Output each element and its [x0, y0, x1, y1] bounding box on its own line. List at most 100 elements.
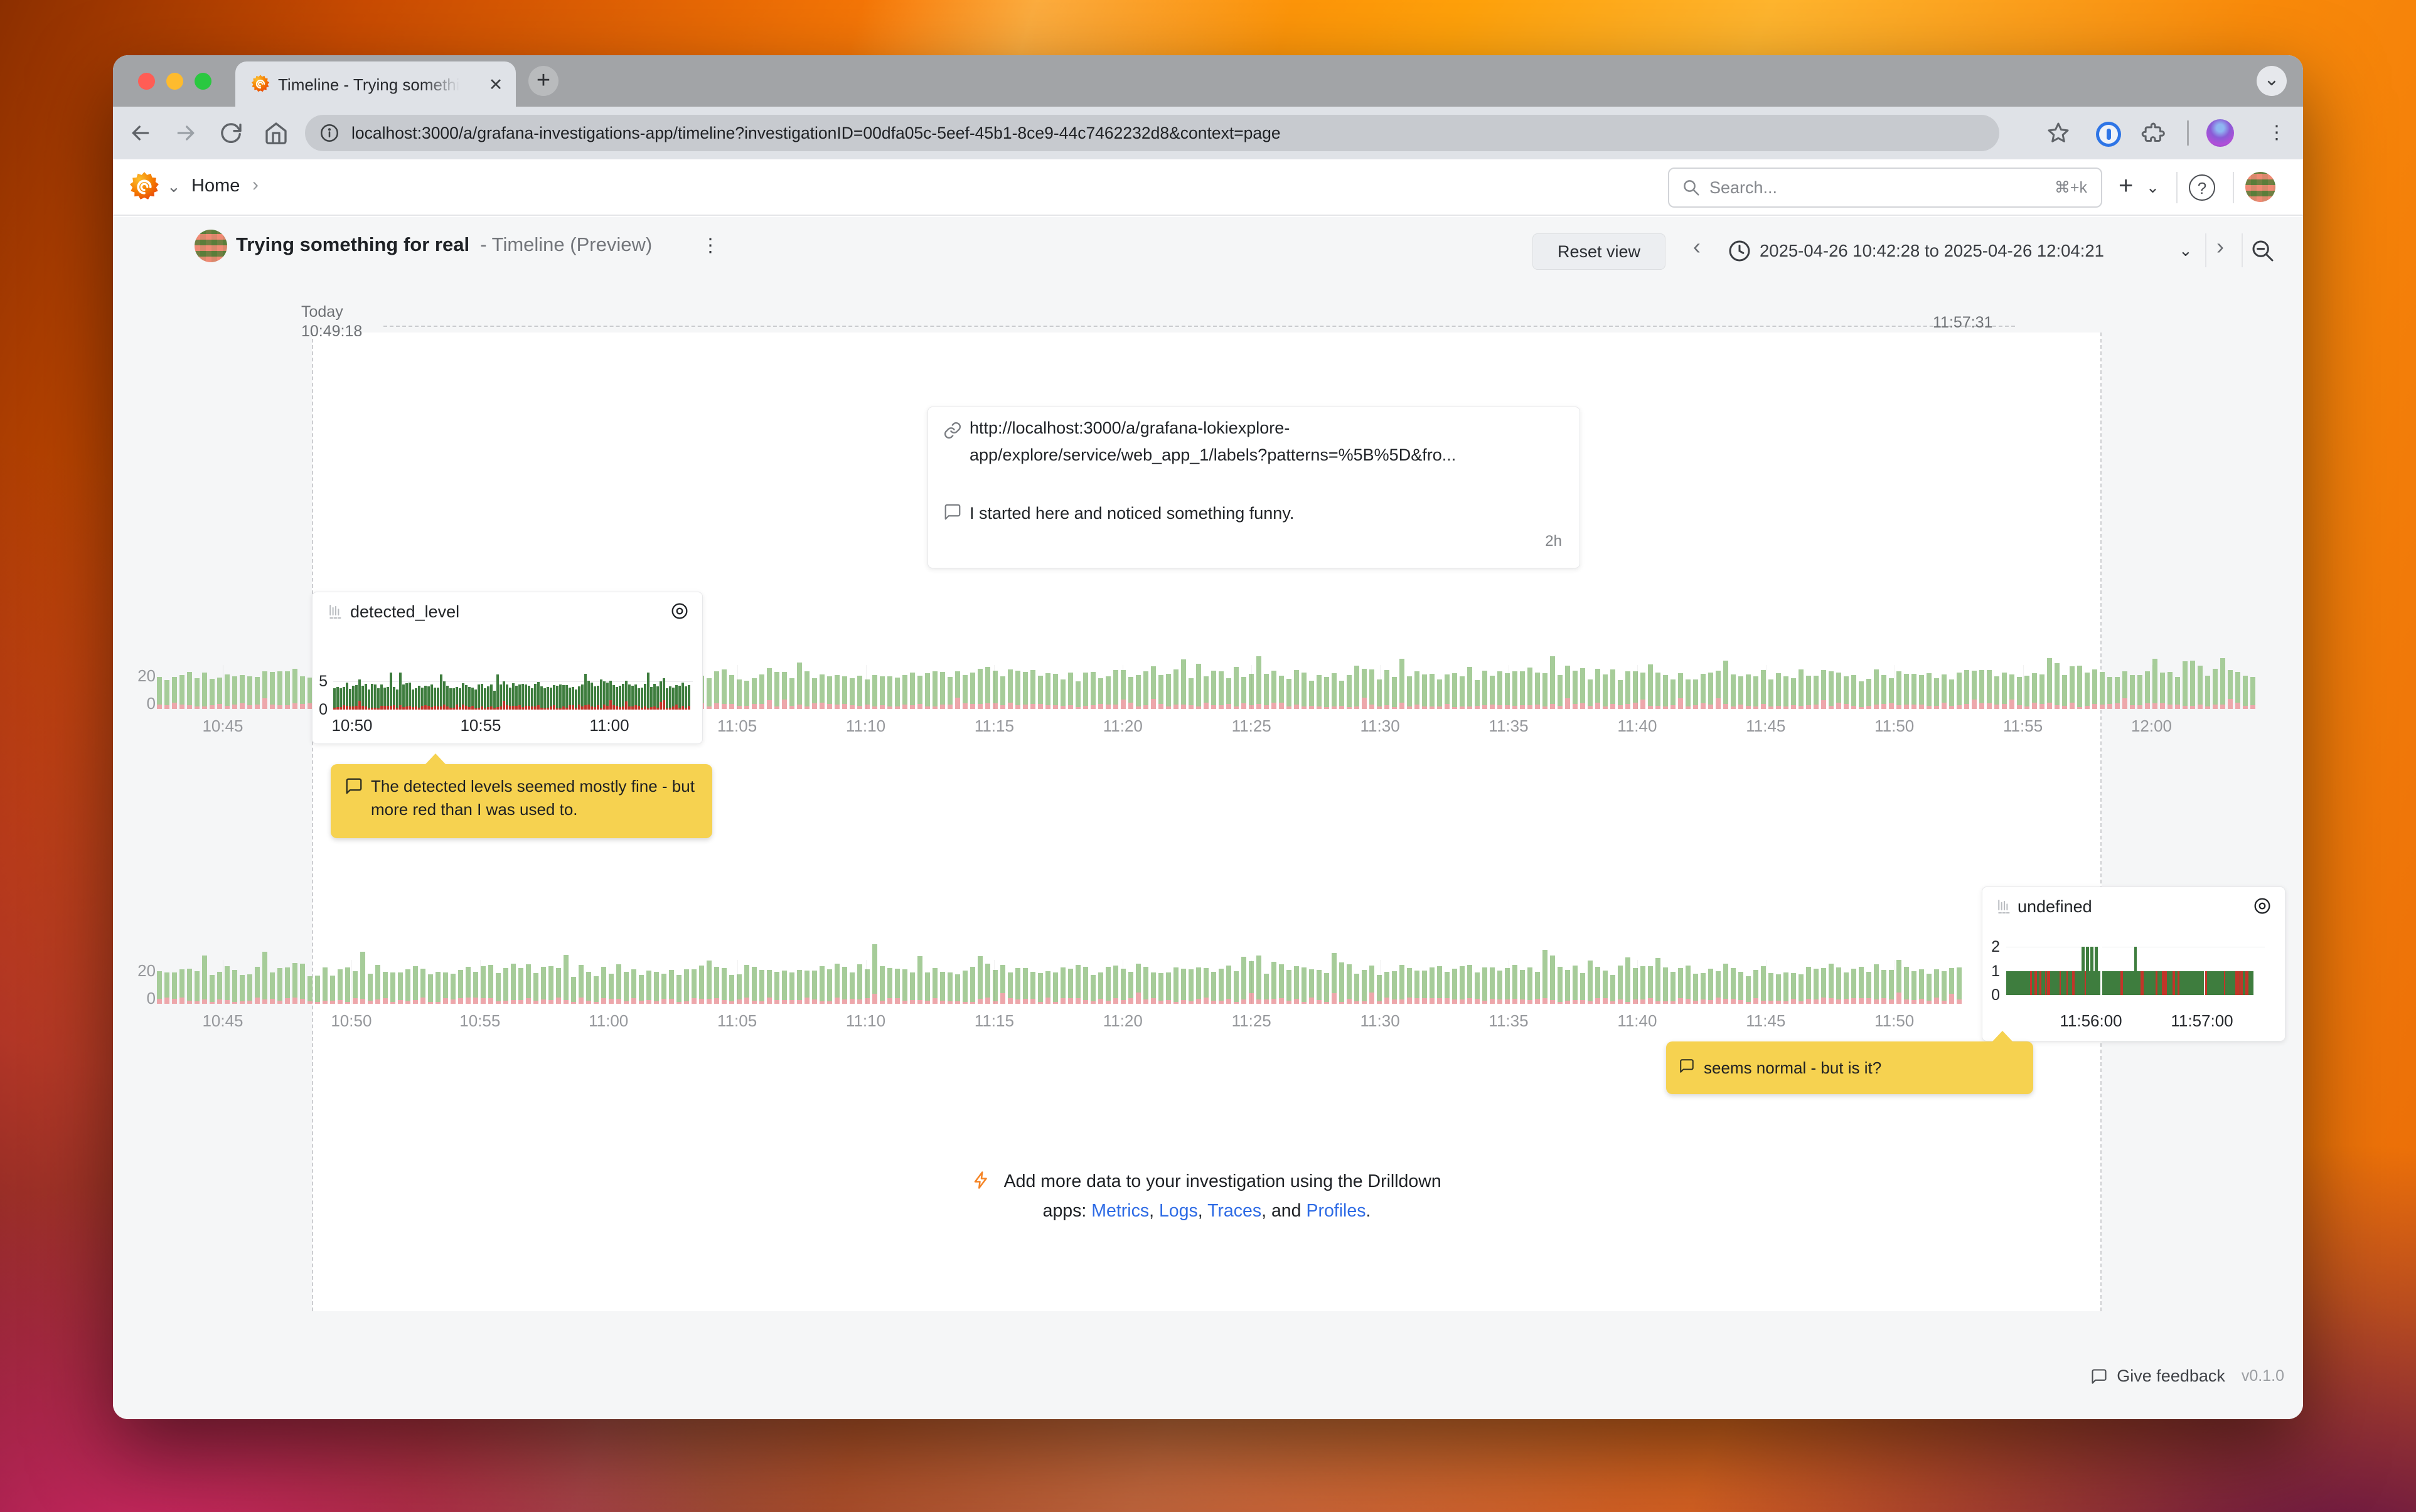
drilldown-link-traces[interactable]: Traces: [1207, 1201, 1261, 1221]
bar: [172, 677, 177, 709]
search-input[interactable]: Search... ⌘+k: [1668, 168, 2102, 208]
minimize-window-button[interactable]: [166, 73, 183, 90]
bar: [729, 675, 734, 709]
bar-error-segment: [1091, 1001, 1096, 1004]
drilldown-link-profiles[interactable]: Profiles: [1306, 1201, 1366, 1221]
time-range-picker[interactable]: 2025-04-26 10:42:28 to 2025-04-26 12:04:…: [1760, 241, 2104, 261]
bar: [842, 967, 847, 1004]
bar: [500, 684, 502, 710]
bar-error-segment: [820, 703, 825, 709]
bar: [1558, 967, 1563, 1004]
note-link-text[interactable]: http://localhost:3000/a/grafana-lokiexpl…: [970, 415, 1456, 469]
reload-icon[interactable]: [218, 120, 243, 146]
bar: [1799, 974, 1804, 1004]
drilldown-link-logs[interactable]: Logs: [1159, 1201, 1198, 1221]
panel-undefined[interactable]: undefined 2 1 0 11:56:0011:57:00: [1982, 886, 2285, 1041]
url-bar[interactable]: localhost:3000/a/grafana-investigations-…: [305, 115, 1999, 151]
bar: [1008, 972, 1013, 1004]
bar: [985, 667, 990, 709]
undefined-chart[interactable]: [2006, 947, 2261, 995]
bar-error-segment: [217, 999, 222, 1004]
bar: [415, 688, 417, 710]
bar-error-segment: [1286, 1001, 1291, 1004]
bar-error-segment: [550, 706, 552, 710]
time-range-caret-icon[interactable]: ⌄: [2179, 241, 2193, 260]
overview-chart-bottom[interactable]: [157, 960, 1964, 1004]
drilldown-link-metrics[interactable]: Metrics: [1091, 1201, 1149, 1221]
bar: [594, 976, 599, 1004]
divider: [2205, 233, 2206, 267]
bar: [1655, 673, 1660, 709]
detected-level-chart[interactable]: [333, 666, 693, 710]
timeline-start-label: Today 10:49:18: [301, 302, 362, 341]
bar: [985, 964, 990, 1004]
breadcrumb-home[interactable]: Home: [191, 176, 240, 196]
extensions-puzzle-icon[interactable]: [2140, 120, 2165, 146]
tab-close-icon[interactable]: ✕: [484, 73, 508, 97]
eye-icon[interactable]: [2252, 896, 2272, 916]
bar: [343, 687, 345, 710]
sticky-note-detected[interactable]: The detected levels seemed mostly fine -…: [331, 764, 712, 838]
timeline-canvas[interactable]: Today 10:49:18 11:57:31 20 0 10:4510:501…: [113, 286, 2303, 1419]
add-new-button[interactable]: +: [2119, 172, 2133, 200]
bar-error-segment: [970, 704, 975, 709]
bar-error-segment: [616, 999, 621, 1004]
eye-icon[interactable]: [670, 601, 690, 621]
reset-view-button[interactable]: Reset view: [1532, 233, 1665, 270]
browser-tab[interactable]: Timeline - Trying something f ✕: [235, 61, 516, 107]
password-manager-extension-icon[interactable]: [2096, 122, 2121, 147]
bar: [368, 974, 373, 1004]
site-info-icon[interactable]: [319, 122, 340, 144]
fullscreen-window-button[interactable]: [195, 73, 211, 90]
bar-error-segment: [1527, 1000, 1532, 1004]
page-menu-icon[interactable]: ⋮: [697, 232, 724, 260]
bar-error-segment: [1738, 705, 1743, 709]
bar-error-segment: [895, 998, 900, 1004]
give-feedback-link[interactable]: Give feedback: [2117, 1366, 2225, 1386]
time-shift-left-icon[interactable]: ‹: [1693, 233, 1701, 260]
breadcrumb-chevron-icon: ›: [252, 174, 259, 196]
bar: [496, 973, 501, 1004]
tab-search-button[interactable]: ⌄: [2257, 66, 2287, 96]
back-icon[interactable]: [128, 120, 153, 146]
new-tab-button[interactable]: +: [528, 66, 559, 96]
bar: [172, 972, 177, 1004]
bar: [1648, 966, 1653, 1004]
bar: [584, 674, 587, 710]
bar-error-segment: [1927, 1001, 1932, 1004]
browser-profile-avatar[interactable]: [2206, 119, 2234, 147]
forward-icon[interactable]: [173, 120, 198, 146]
time-shift-right-icon[interactable]: ›: [2216, 233, 2224, 260]
panel-detected-level[interactable]: detected_level 5 0 10:5010:5511:00: [312, 592, 703, 744]
value-block: [2006, 971, 2253, 995]
bar: [1806, 967, 1811, 1004]
bar-error-segment: [1098, 704, 1103, 709]
bar-error-segment: [172, 999, 177, 1004]
note-card[interactable]: http://localhost:3000/a/grafana-lokiexpl…: [927, 407, 1580, 568]
home-icon[interactable]: [264, 120, 289, 146]
zoom-out-icon[interactable]: [2250, 238, 2275, 264]
bar-error-segment: [1911, 705, 1916, 709]
error-sliver: [2240, 971, 2243, 995]
org-switcher-caret-icon[interactable]: ⌄: [167, 177, 181, 196]
add-new-caret-icon[interactable]: ⌄: [2146, 178, 2159, 197]
sticky-note-normal[interactable]: seems normal - but is it?: [1666, 1041, 2033, 1094]
bar: [1279, 676, 1284, 709]
bookmark-star-icon[interactable]: [2046, 120, 2071, 146]
bar: [1904, 967, 1909, 1004]
bar-error-segment: [420, 998, 425, 1004]
bar: [543, 688, 546, 710]
bar: [420, 969, 425, 1004]
help-icon[interactable]: ?: [2189, 174, 2215, 201]
bar-error-segment: [880, 1001, 885, 1004]
grafana-logo[interactable]: [128, 171, 161, 203]
bar-error-segment: [656, 708, 659, 710]
bar: [217, 678, 222, 709]
bar: [1045, 673, 1050, 709]
user-avatar[interactable]: [2245, 172, 2275, 202]
bar: [767, 970, 772, 1004]
browser-menu-icon[interactable]: ⋮: [2264, 120, 2289, 146]
bar-error-segment: [624, 1001, 629, 1004]
close-window-button[interactable]: [138, 73, 155, 90]
bar: [556, 968, 561, 1004]
